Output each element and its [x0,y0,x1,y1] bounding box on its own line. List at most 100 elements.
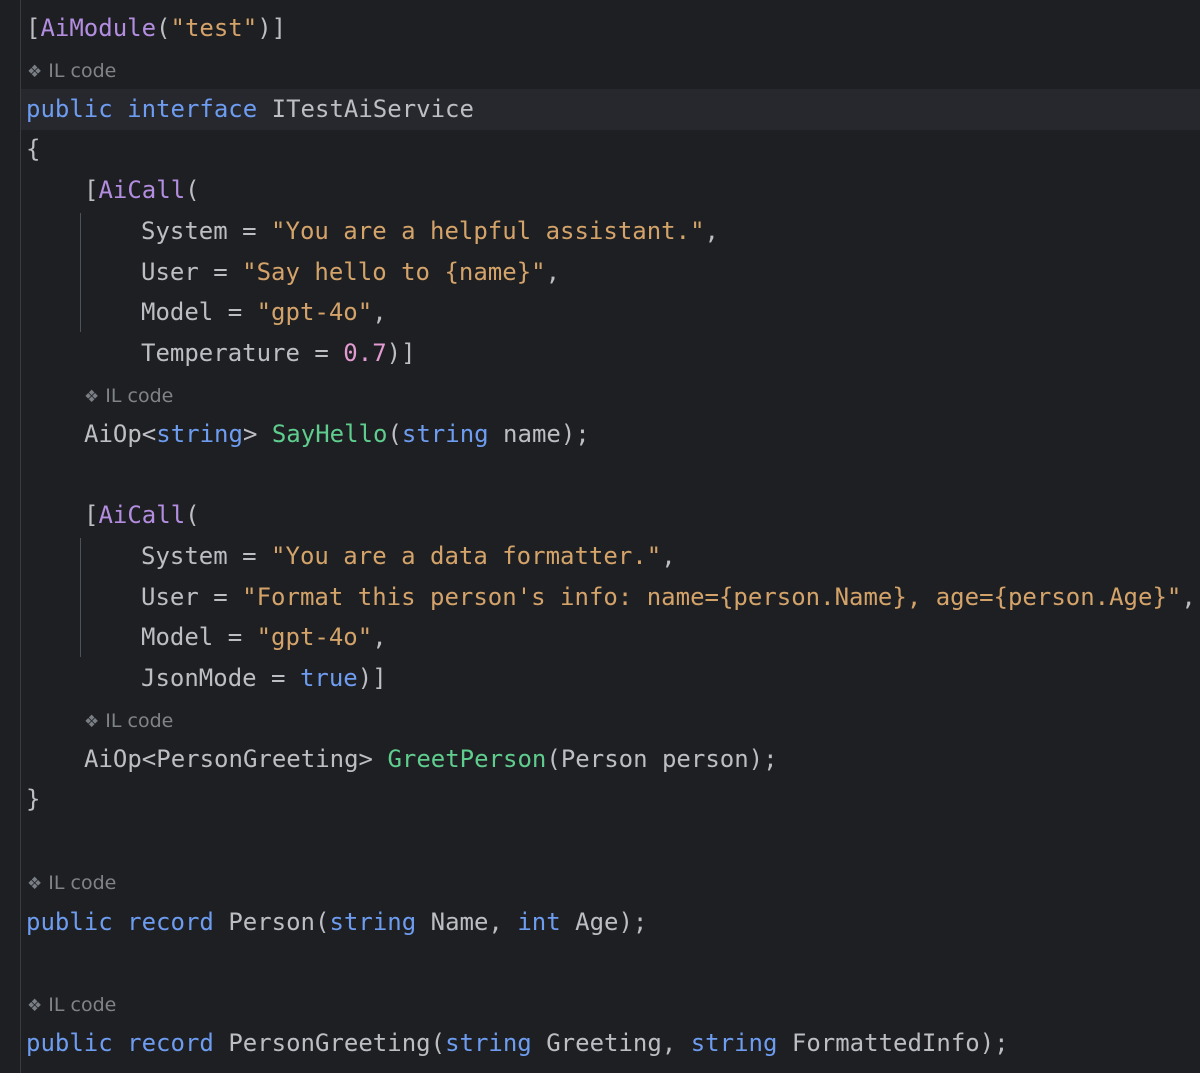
keyword: public [26,95,113,123]
property-assign: System = [141,217,272,245]
type-name: > [242,420,272,448]
paren: ( [185,176,200,204]
parameter: (Person person); [546,745,778,773]
il-code-hint[interactable]: ❖ IL code [27,59,116,83]
property-assign: Model = [141,623,257,651]
indent-guide [80,213,81,332]
comma: , [1181,583,1196,611]
code-line-model-1[interactable]: Model = "gpt-4o", [141,292,387,333]
il-code-icon: ❖ [84,712,100,732]
attribute-name: AiCall [98,501,186,529]
record-name: Person( [228,908,330,936]
bracket: )] [386,339,416,367]
code-line-interface-decl[interactable]: public interface ITestAiService [21,89,1200,130]
il-code-label: IL code [48,872,117,894]
keyword: interface [127,95,258,123]
keyword: string [445,1029,532,1057]
string-literal: "You are a data formatter." [271,542,662,570]
bracket: [ [84,501,99,529]
code-line-temperature[interactable]: Temperature = 0.7)] [141,333,416,374]
code-line-brace-open[interactable]: { [26,129,40,170]
property-assign: User = [141,258,243,286]
il-code-icon: ❖ [84,387,100,407]
il-code-icon: ❖ [27,874,43,894]
brace: { [26,135,41,163]
property-assign: Model = [141,298,257,326]
keyword: string [329,908,417,936]
bracket: )] [357,664,387,692]
paren: ( [185,501,200,529]
code-line-user-1[interactable]: User = "Say hello to {name}", [141,252,560,293]
il-code-hint[interactable]: ❖ IL code [84,709,173,733]
method-name: SayHello [271,420,388,448]
keyword: true [299,664,358,692]
string-literal: "gpt-4o" [256,623,373,651]
code-line-jsonmode[interactable]: JsonMode = true)] [141,658,387,699]
interface-name: ITestAiService [271,95,474,123]
string-literal: "Format this person's info: name={person… [242,583,1182,611]
code-editor[interactable]: [AiModule("test")] ❖ IL code public inte… [0,0,1200,1073]
code-line-aicall-2[interactable]: [AiCall( [84,495,200,536]
type-name: AiOp< [84,420,157,448]
il-code-hint[interactable]: ❖ IL code [27,871,116,895]
il-code-icon: ❖ [27,62,43,82]
string-literal: "You are a helpful assistant." [271,217,705,245]
il-code-label: IL code [48,994,117,1016]
number-literal: 0.7 [343,339,387,367]
property-assign: System = [141,542,272,570]
keyword: string [401,420,489,448]
keyword: public [26,908,113,936]
bracket: [ [26,14,41,42]
parameter: Name, [416,908,518,936]
method-name: GreetPerson [387,745,547,773]
code-line-method-sayhello[interactable]: AiOp<string> SayHello(string name); [84,414,590,455]
comma: , [545,258,561,286]
code-line-aicall-1[interactable]: [AiCall( [84,170,200,211]
code-line-user-2[interactable]: User = "Format this person's info: name=… [141,577,1196,618]
il-code-label: IL code [105,710,174,732]
code-line-system-1[interactable]: System = "You are a helpful assistant.", [141,211,719,252]
code-line-record-person[interactable]: public record Person(string Name, int Ag… [26,902,647,943]
type-name: AiOp<PersonGreeting> [84,745,388,773]
keyword: int [517,908,561,936]
bracket: [ [84,176,99,204]
keyword: public [26,1029,113,1057]
code-line-model-2[interactable]: Model = "gpt-4o", [141,617,387,658]
property-assign: JsonMode = [141,664,300,692]
comma: , [372,298,387,326]
parameter: Greeting, [531,1029,691,1057]
attribute-name: AiModule [40,14,157,42]
attribute-name: AiCall [98,176,186,204]
parameter: Age); [560,908,648,936]
il-code-hint[interactable]: ❖ IL code [27,993,116,1017]
property-assign: User = [141,583,243,611]
bracket: )] [257,14,287,42]
code-line-record-persongreeting[interactable]: public record PersonGreeting(string Gree… [26,1023,1009,1064]
paren: ( [156,14,171,42]
property-assign: Temperature = [141,339,344,367]
string-literal: "Say hello to {name}" [242,258,546,286]
il-code-icon: ❖ [27,996,43,1016]
il-code-label: IL code [48,60,117,82]
code-line-method-greetperson[interactable]: AiOp<PersonGreeting> GreetPerson(Person … [84,739,778,780]
il-code-hint[interactable]: ❖ IL code [84,384,173,408]
code-line-module-attribute[interactable]: [AiModule("test")] [26,8,286,49]
indent-guide [80,538,81,657]
keyword: record [127,1029,214,1057]
il-code-label: IL code [105,385,174,407]
code-line-system-2[interactable]: System = "You are a data formatter.", [141,536,676,577]
string-literal: "gpt-4o" [256,298,373,326]
keyword: string [690,1029,778,1057]
comma: , [704,217,719,245]
code-line-brace-close[interactable]: } [26,779,40,820]
parameter: name); [488,420,590,448]
keyword: string [156,420,243,448]
comma: , [372,623,387,651]
brace: } [26,785,41,813]
record-name: PersonGreeting( [228,1029,446,1057]
comma: , [661,542,676,570]
parameter: FormattedInfo); [777,1029,1009,1057]
gutter-divider [20,0,21,1073]
string-literal: "test" [170,14,258,42]
keyword: record [127,908,214,936]
